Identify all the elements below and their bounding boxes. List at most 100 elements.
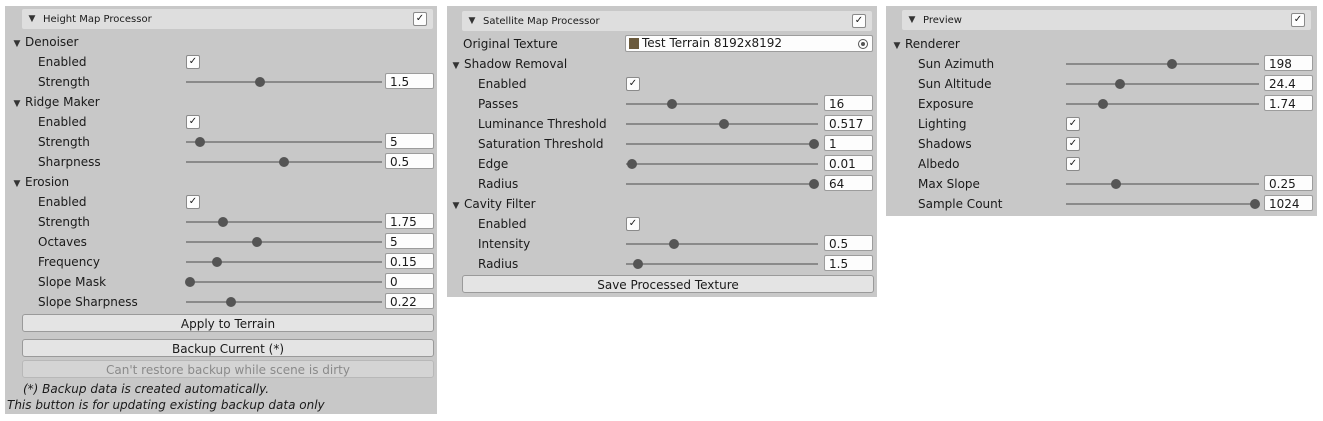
slider-thumb[interactable] xyxy=(279,157,289,167)
saturation-threshold-value-field[interactable]: 1 xyxy=(824,135,873,151)
triangle-down-icon[interactable]: ▼ xyxy=(451,56,461,76)
enabled-checkbox[interactable]: ✓ xyxy=(186,195,200,209)
saturation-threshold-slider[interactable] xyxy=(626,134,820,154)
slider-thumb[interactable] xyxy=(194,137,205,147)
save-processed-texture-button[interactable]: Save Processed Texture xyxy=(462,275,874,293)
slider-thumb[interactable] xyxy=(212,257,223,267)
sun-altitude-value-field[interactable]: 24.4 xyxy=(1264,75,1313,91)
slope-sharpness-slider[interactable] xyxy=(186,292,382,312)
strength-slider[interactable] xyxy=(186,72,382,92)
enabled-checkbox[interactable]: ✓ xyxy=(626,217,640,231)
slider-thumb[interactable] xyxy=(226,297,237,307)
triangle-down-icon[interactable]: ▼ xyxy=(451,196,461,216)
strength-value-field[interactable]: 5 xyxy=(385,133,434,149)
slope-mask-value-field[interactable]: 0 xyxy=(385,273,434,289)
lighting-checkbox[interactable]: ✓ xyxy=(1066,117,1080,131)
section-denoiser-foldout[interactable]: ▼ Denoiser xyxy=(5,32,437,52)
strength-slider[interactable] xyxy=(186,132,382,152)
section-ridge-maker-foldout[interactable]: ▼ Ridge Maker xyxy=(5,92,437,112)
edge-slider[interactable] xyxy=(626,154,818,174)
frequency-value-field[interactable]: 0.15 xyxy=(385,253,434,269)
slider-thumb[interactable] xyxy=(667,99,678,109)
sharpness-value-field[interactable]: 0.5 xyxy=(385,153,434,169)
slope-mask-slider[interactable] xyxy=(184,272,382,292)
slider-thumb[interactable] xyxy=(718,119,729,129)
strength-value-field[interactable]: 1.75 xyxy=(385,213,434,229)
octaves-slider[interactable] xyxy=(186,232,382,252)
slider-thumb[interactable] xyxy=(251,237,262,247)
slider-thumb[interactable] xyxy=(809,179,820,189)
foldout-triangle-icon[interactable]: ▼ xyxy=(26,14,38,24)
triangle-down-icon[interactable]: ▼ xyxy=(12,34,22,54)
triangle-down-icon[interactable]: ▼ xyxy=(12,94,22,114)
panel-enabled-checkbox[interactable]: ✓ xyxy=(1291,13,1305,27)
slider-thumb[interactable] xyxy=(184,277,195,287)
slope-sharpness-value-field[interactable]: 0.22 xyxy=(385,293,434,309)
slider-thumb[interactable] xyxy=(1115,79,1126,89)
radius-value-field[interactable]: 1.5 xyxy=(824,255,873,271)
sun-azimuth-value-field[interactable]: 198 xyxy=(1264,55,1313,71)
sun-azimuth-slider[interactable] xyxy=(1066,54,1259,74)
shadows-checkbox[interactable]: ✓ xyxy=(1066,137,1080,151)
slider-track xyxy=(1066,203,1259,205)
slider-thumb[interactable] xyxy=(1167,59,1178,69)
preview-header[interactable]: ▼ Preview ✓ xyxy=(902,10,1311,30)
sharpness-slider[interactable] xyxy=(186,152,382,172)
triangle-down-icon[interactable]: ▼ xyxy=(12,174,22,194)
triangle-down-icon[interactable]: ▼ xyxy=(892,36,902,56)
object-picker-icon[interactable] xyxy=(858,39,868,49)
passes-value-field[interactable]: 16 xyxy=(824,95,873,111)
section-shadow-removal-foldout[interactable]: ▼ Shadow Removal xyxy=(447,54,877,74)
panel-enabled-checkbox[interactable]: ✓ xyxy=(852,14,866,28)
section-cavity-filter-foldout[interactable]: ▼ Cavity Filter xyxy=(447,194,877,214)
intensity-slider[interactable] xyxy=(626,234,818,254)
luminance-threshold-value-field[interactable]: 0.517 xyxy=(824,115,873,131)
edge-value-field[interactable]: 0.01 xyxy=(824,155,873,171)
slider-thumb[interactable] xyxy=(626,159,637,169)
strength-slider[interactable] xyxy=(186,212,382,232)
section-erosion-foldout[interactable]: ▼ Erosion xyxy=(5,172,437,192)
enabled-checkbox[interactable]: ✓ xyxy=(186,115,200,129)
section-renderer-foldout[interactable]: ▼ Renderer xyxy=(886,34,1317,54)
passes-slider[interactable] xyxy=(626,94,818,114)
satellite-map-processor-header[interactable]: ▼ Satellite Map Processor ✓ xyxy=(462,11,872,31)
albedo-checkbox[interactable]: ✓ xyxy=(1066,157,1080,171)
restore-backup-button: Can't restore backup while scene is dirt… xyxy=(22,360,434,378)
octaves-value-field[interactable]: 5 xyxy=(385,233,434,249)
sample-count-value-field[interactable]: 1024 xyxy=(1264,195,1313,211)
radius-slider[interactable] xyxy=(626,174,820,194)
slider-thumb[interactable] xyxy=(218,217,229,227)
panel-enabled-checkbox[interactable]: ✓ xyxy=(413,12,427,26)
slider-track xyxy=(1066,83,1259,85)
enabled-checkbox[interactable]: ✓ xyxy=(186,55,200,69)
frequency-slider[interactable] xyxy=(186,252,382,272)
apply-to-terrain-button[interactable]: Apply to Terrain xyxy=(22,314,434,332)
enabled-checkbox[interactable]: ✓ xyxy=(626,77,640,91)
strength-value-field[interactable]: 1.5 xyxy=(385,73,434,89)
slider-thumb[interactable] xyxy=(632,259,643,269)
slider-thumb[interactable] xyxy=(1250,199,1261,209)
radius-value-field[interactable]: 64 xyxy=(824,175,873,191)
exposure-slider[interactable] xyxy=(1066,94,1259,114)
radius-slider[interactable] xyxy=(626,254,818,274)
slider-thumb[interactable] xyxy=(1111,179,1122,189)
luminance-threshold-slider[interactable] xyxy=(626,114,818,134)
backup-current-button[interactable]: Backup Current (*) xyxy=(22,339,434,357)
section-title: Cavity Filter xyxy=(464,197,536,211)
slider-thumb[interactable] xyxy=(669,239,679,249)
section-label: ▼ Ridge Maker xyxy=(12,92,100,112)
foldout-triangle-icon[interactable]: ▼ xyxy=(466,16,478,26)
slider-thumb[interactable] xyxy=(255,77,266,87)
slider-thumb[interactable] xyxy=(809,139,820,149)
max-slope-slider[interactable] xyxy=(1066,174,1259,194)
sample-count-slider[interactable] xyxy=(1066,194,1261,214)
foldout-triangle-icon[interactable]: ▼ xyxy=(906,15,918,25)
section-title: Shadow Removal xyxy=(464,57,568,71)
intensity-value-field[interactable]: 0.5 xyxy=(824,235,873,251)
max-slope-value-field[interactable]: 0.25 xyxy=(1264,175,1313,191)
height-map-processor-header[interactable]: ▼ Height Map Processor ✓ xyxy=(22,9,433,29)
sun-altitude-slider[interactable] xyxy=(1066,74,1259,94)
slider-thumb[interactable] xyxy=(1097,99,1108,109)
original-texture-field[interactable]: Test Terrain 8192x8192 xyxy=(625,35,873,52)
exposure-value-field[interactable]: 1.74 xyxy=(1264,95,1313,111)
